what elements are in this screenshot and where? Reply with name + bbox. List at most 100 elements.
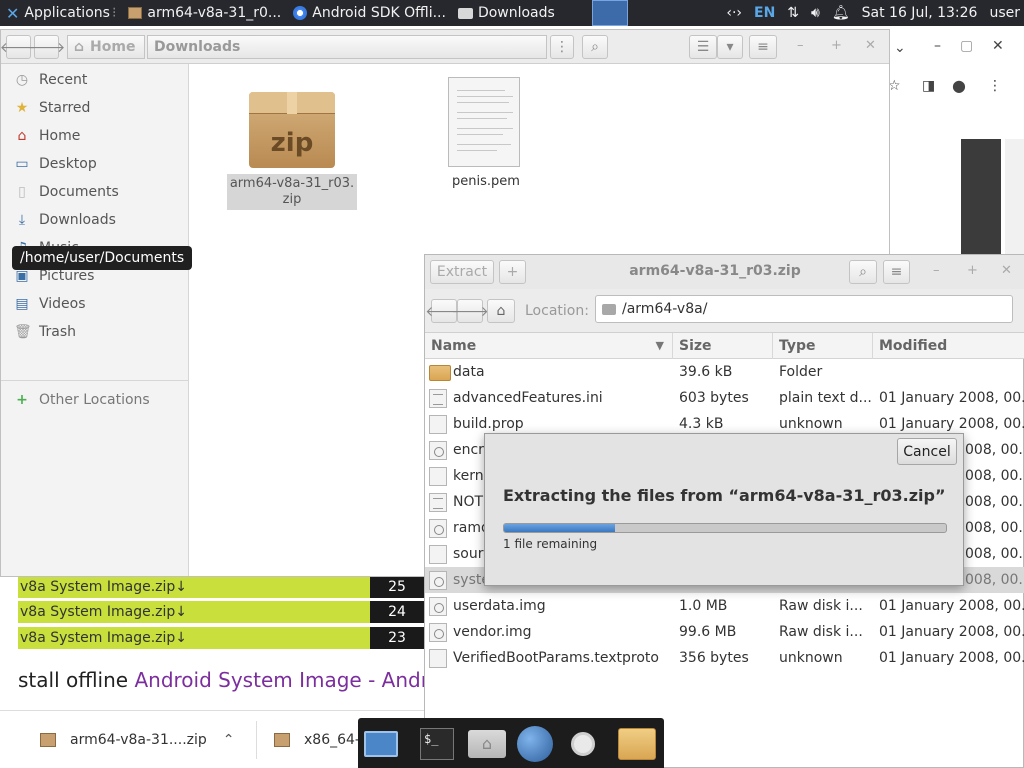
- column-type[interactable]: Type: [773, 333, 873, 359]
- chevron-up-icon[interactable]: ⌃: [223, 732, 235, 748]
- sidebar-item-desktop[interactable]: ▭ Desktop: [1, 150, 189, 178]
- close-icon[interactable]: ✕: [1001, 263, 1012, 278]
- download-list-item[interactable]: v8a System Image.zip↓ 25: [18, 576, 424, 598]
- cell-size: 99.6 MB: [679, 624, 737, 640]
- volume-icon[interactable]: 🔊︎: [811, 5, 820, 21]
- profile-icon[interactable]: ●: [952, 76, 966, 95]
- user-menu[interactable]: user: [989, 5, 1020, 21]
- forward-button[interactable]: 🡒: [28, 35, 65, 59]
- cell-size: 39.6 kB: [679, 364, 733, 380]
- cell-modified: 01 January 2008, 00...: [879, 390, 1024, 406]
- plus-icon: +: [506, 264, 519, 280]
- cell-type: Raw disk i...: [779, 598, 863, 614]
- minimize-icon[interactable]: –: [797, 38, 804, 53]
- download-list-item[interactable]: v8a System Image.zip↓ 24: [18, 601, 424, 623]
- web-browser-button[interactable]: [516, 725, 554, 763]
- view-options-button[interactable]: ▾: [717, 35, 743, 59]
- list-view-button[interactable]: ☰: [689, 35, 717, 59]
- shelf-divider: [256, 721, 257, 759]
- scrollbar[interactable]: [1005, 139, 1024, 259]
- minimize-icon[interactable]: –: [933, 263, 940, 278]
- network-icon[interactable]: ‹·›: [726, 5, 742, 21]
- download-list-item[interactable]: v8a System Image.zip↓ 23: [18, 627, 424, 649]
- cell-name: vendor.img: [453, 624, 532, 640]
- disk-image-icon: [429, 597, 447, 616]
- more-menu-icon[interactable]: ⋮: [988, 78, 1002, 94]
- cell-size: 356 bytes: [679, 650, 749, 666]
- side-panel-icon[interactable]: ◨: [922, 78, 935, 94]
- close-icon[interactable]: ✕: [865, 38, 876, 53]
- clock-icon: ◷: [15, 72, 29, 88]
- sidebar-item-recent[interactable]: ◷ Recent: [1, 66, 189, 94]
- sidebar-item-home[interactable]: ⌂ Home: [1, 122, 189, 150]
- cell-modified: 008, 00...: [965, 494, 1024, 510]
- main-menu-button[interactable]: ≡: [883, 260, 910, 284]
- sidebar-item-starred[interactable]: ★ Starred: [1, 94, 189, 122]
- file-name: arm64-v8a-31_r03. zip: [227, 174, 357, 210]
- terminal-icon: $_: [420, 728, 454, 760]
- location-field[interactable]: /arm64-v8a/: [595, 295, 1013, 323]
- table-row[interactable]: advancedFeatures.ini 603 bytes plain tex…: [425, 385, 1024, 411]
- sidebar-item-label: Videos: [39, 296, 86, 312]
- chevron-down-icon[interactable]: ⌄: [894, 40, 906, 56]
- sidebar-item-videos[interactable]: ▤ Videos: [1, 290, 189, 318]
- search-app-button[interactable]: [564, 725, 602, 763]
- cell-type: unknown: [779, 650, 843, 666]
- sidebar-item-trash[interactable]: 🗑︎ Trash: [1, 318, 189, 346]
- minimize-icon[interactable]: –: [934, 38, 941, 54]
- forward-button[interactable]: 🡒: [451, 299, 489, 323]
- terminal-button[interactable]: $_: [418, 725, 456, 763]
- shelf-download-item[interactable]: x86_64-: [274, 711, 360, 768]
- sidebar-item-documents[interactable]: ▯ Documents: [1, 178, 189, 206]
- search-button[interactable]: ⌕: [582, 35, 608, 59]
- maximize-icon[interactable]: +: [967, 263, 978, 278]
- home-folder-button[interactable]: ⌂: [468, 725, 506, 763]
- heading-link[interactable]: Android System Image - Andro: [134, 668, 424, 692]
- cell-modified: 01 January 2008, 00...: [879, 624, 1024, 640]
- task-archive[interactable]: arm64-v8a-31_r0...: [122, 0, 287, 26]
- file-item-pem[interactable]: penis.pem: [448, 77, 528, 193]
- path-menu-button[interactable]: ⋮: [550, 35, 574, 59]
- main-menu-button[interactable]: ≡: [749, 35, 777, 59]
- maximize-icon[interactable]: +: [831, 38, 842, 53]
- notification-icon[interactable]: 🔔︎: [832, 5, 850, 21]
- browser-window: ⌄ – ▢ ✕ ☆ ◨ ● ⋮: [888, 26, 1024, 266]
- search-button[interactable]: ⌕: [849, 260, 877, 284]
- table-row[interactable]: data 39.6 kB Folder: [425, 359, 1024, 385]
- chevron-down-icon: ▾: [726, 39, 734, 55]
- extract-button[interactable]: Extract: [430, 260, 494, 284]
- transfer-icon[interactable]: ⇅: [787, 5, 799, 21]
- cancel-button[interactable]: Cancel: [897, 438, 957, 465]
- sidebar-item-label: Recent: [39, 72, 88, 88]
- table-row[interactable]: VerifiedBootParams.textproto 356 bytes u…: [425, 645, 1024, 671]
- cell-name: VerifiedBootParams.textproto: [453, 650, 659, 666]
- column-name[interactable]: Name ▼: [425, 333, 673, 359]
- applications-menu[interactable]: ✕ Applications ⁝: [0, 0, 122, 26]
- column-size[interactable]: Size: [673, 333, 773, 359]
- file-manager-button[interactable]: [618, 725, 656, 763]
- cell-modified: 008, 00...: [965, 468, 1024, 484]
- dock: $_ ⌂: [358, 718, 664, 768]
- table-row[interactable]: userdata.img 1.0 MB Raw disk i... 01 Jan…: [425, 593, 1024, 619]
- close-icon[interactable]: ✕: [992, 38, 1004, 54]
- keyboard-layout[interactable]: EN: [754, 5, 775, 21]
- file-item-zip[interactable]: zip arm64-v8a-31_r03. zip: [227, 92, 357, 210]
- sidebar-item-downloads[interactable]: ⤓ Downloads: [1, 206, 189, 234]
- workspace-switcher[interactable]: [592, 0, 628, 26]
- home-button[interactable]: ⌂: [487, 299, 515, 323]
- table-row[interactable]: vendor.img 99.6 MB Raw disk i... 01 Janu…: [425, 619, 1024, 645]
- clock[interactable]: Sat 16 Jul, 13:26: [862, 5, 978, 21]
- download-count: 25: [370, 576, 424, 598]
- task-browser[interactable]: Android SDK Offli...: [287, 0, 452, 26]
- cell-name: userdata.img: [453, 598, 546, 614]
- add-files-button[interactable]: +: [499, 260, 526, 284]
- task-downloads[interactable]: Downloads: [452, 0, 561, 26]
- column-modified[interactable]: Modified: [873, 333, 1024, 359]
- sidebar-item-other-locations[interactable]: + Other Locations: [1, 386, 189, 414]
- show-desktop-button[interactable]: [362, 725, 400, 763]
- shelf-download-item[interactable]: arm64-v8a-31....zip ⌃: [40, 711, 235, 768]
- breadcrumb-current[interactable]: Downloads: [147, 35, 547, 59]
- maximize-icon[interactable]: ▢: [960, 38, 973, 54]
- breadcrumb-home[interactable]: ⌂ Home: [67, 35, 145, 59]
- file-icon: [429, 649, 447, 668]
